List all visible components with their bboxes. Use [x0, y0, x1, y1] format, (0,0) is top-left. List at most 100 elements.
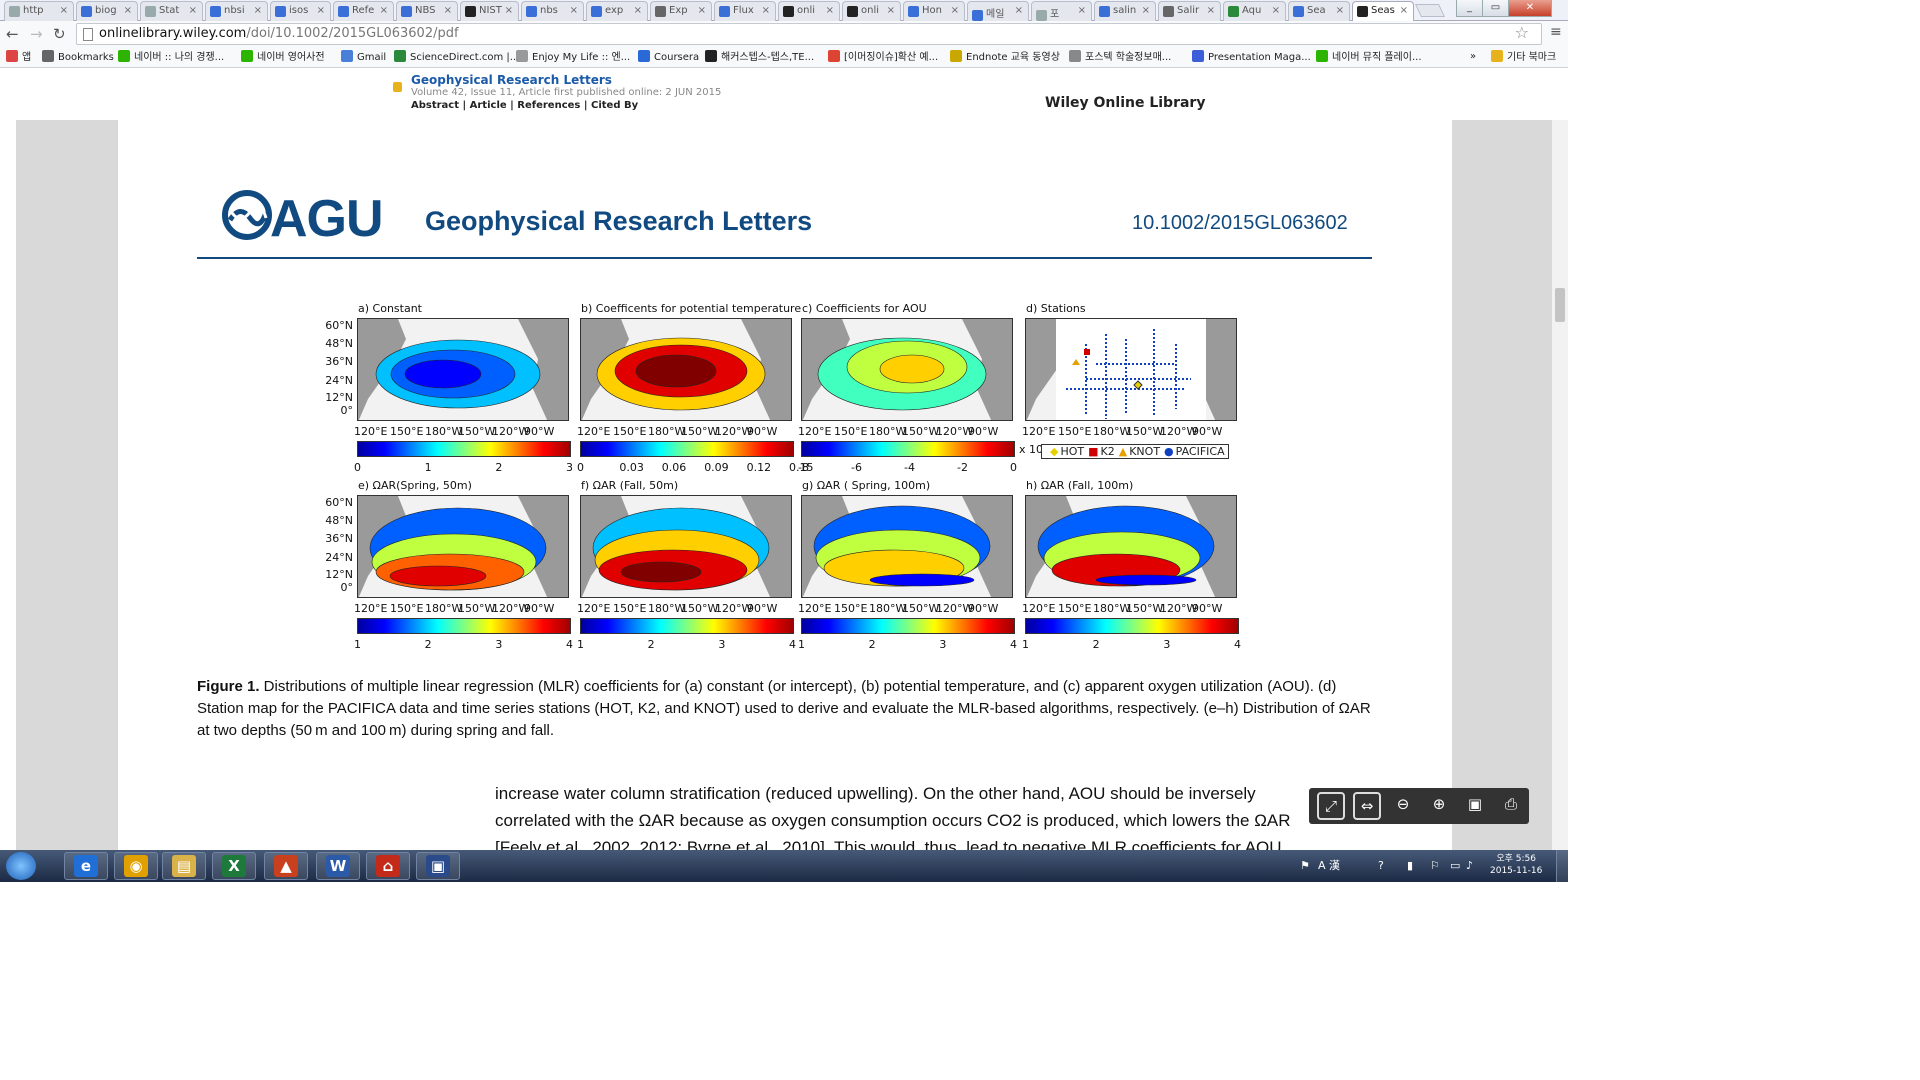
bookmark-item[interactable]: 기타 북마크: [1491, 50, 1556, 65]
bookmark-item[interactable]: Endnote 교육 동영상: [950, 50, 1060, 65]
tab-close-icon[interactable]: ×: [444, 5, 452, 16]
tab-17[interactable]: salin ×: [1094, 1, 1156, 21]
fit-width-icon[interactable]: ⇔: [1353, 792, 1381, 820]
action-center-icon[interactable]: ⚐: [1430, 859, 1440, 872]
taskbar-app[interactable]: ◉: [114, 852, 158, 880]
bookmark-item[interactable]: Bookmarks: [42, 50, 114, 65]
tab-close-icon[interactable]: ×: [254, 5, 262, 16]
tab-close-icon[interactable]: ×: [505, 5, 513, 16]
tab-16[interactable]: 포 ×: [1031, 1, 1092, 21]
tab-2[interactable]: Stat ×: [140, 1, 203, 21]
display-icon[interactable]: ▭: [1450, 859, 1460, 872]
journal-title-link[interactable]: Geophysical Research Letters: [411, 73, 612, 87]
start-button[interactable]: [6, 852, 36, 880]
tab-14[interactable]: Hon ×: [903, 1, 965, 21]
scrollbar-thumb[interactable]: [1555, 288, 1565, 322]
tab-close-icon[interactable]: ×: [1015, 5, 1023, 16]
bookmark-item[interactable]: ScienceDirect.com |...: [394, 50, 519, 65]
tab-close-icon[interactable]: ×: [1272, 5, 1280, 16]
vertical-scrollbar[interactable]: [1552, 120, 1568, 850]
tab-1[interactable]: biog ×: [76, 1, 138, 21]
taskbar-app[interactable]: ⌂: [366, 852, 410, 880]
menu-icon[interactable]: ≡: [1550, 24, 1562, 40]
zoom-in-icon[interactable]: ⊕: [1425, 792, 1453, 820]
taskbar-app[interactable]: W: [316, 852, 360, 880]
tab-5[interactable]: Refe ×: [333, 1, 394, 21]
bookmark-item[interactable]: [이머징이슈]확산 예...: [828, 50, 938, 65]
tab-4[interactable]: isos ×: [270, 1, 331, 21]
tab-15[interactable]: 메일 ×: [967, 1, 1029, 21]
minimize-button[interactable]: _: [1456, 0, 1483, 17]
tab-close-icon[interactable]: ×: [189, 5, 197, 16]
bookmark-star-icon[interactable]: ☆: [1515, 23, 1529, 43]
taskbar-app[interactable]: ▲: [264, 852, 308, 880]
tab-close-icon[interactable]: ×: [60, 5, 68, 16]
tab-10[interactable]: Exp ×: [650, 1, 712, 21]
tab-7[interactable]: NIST ×: [460, 1, 519, 21]
tab-close-icon[interactable]: ×: [951, 5, 959, 16]
zoom-out-icon[interactable]: ⊖: [1389, 792, 1417, 820]
forward-icon[interactable]: →: [30, 25, 43, 43]
tab-close-icon[interactable]: ×: [124, 5, 132, 16]
network-icon[interactable]: ▮: [1407, 859, 1413, 872]
taskbar-app[interactable]: ▣: [416, 852, 460, 880]
back-icon[interactable]: ←: [6, 25, 19, 43]
taskbar-app[interactable]: X: [212, 852, 256, 880]
taskbar-app[interactable]: ▤: [162, 852, 206, 880]
ime-indicator[interactable]: A 漢: [1318, 857, 1340, 873]
tab-close-icon[interactable]: ×: [380, 5, 388, 16]
bookmark-item[interactable]: 해커스텝스-텝스,TE...: [705, 50, 814, 65]
bookmark-item[interactable]: 네이버 뮤직 플레이...: [1316, 50, 1422, 65]
address-bar[interactable]: onlinelibrary.wiley.com/doi/10.1002/2015…: [76, 23, 1542, 45]
show-desktop-button[interactable]: [1556, 850, 1568, 882]
bookmark-item[interactable]: Coursera: [638, 50, 699, 65]
maximize-button[interactable]: ▭: [1482, 0, 1509, 17]
tab-label: nbs: [540, 5, 558, 16]
tab-12[interactable]: onli ×: [778, 1, 840, 21]
clock[interactable]: 오후 5:56 2015-11-16: [1490, 853, 1542, 877]
tray-flag-icon[interactable]: ⚑: [1300, 859, 1310, 872]
tab-3[interactable]: nbsi ×: [205, 1, 268, 21]
tab-close-icon[interactable]: ×: [762, 5, 770, 16]
tab-18[interactable]: Salir ×: [1158, 1, 1221, 21]
tab-19[interactable]: Aqu ×: [1223, 1, 1286, 21]
tab-close-icon[interactable]: ×: [826, 5, 834, 16]
close-window-button[interactable]: ✕: [1508, 0, 1552, 17]
tab-9[interactable]: exp ×: [586, 1, 648, 21]
tab-close-icon[interactable]: ×: [317, 5, 325, 16]
save-icon[interactable]: ▣: [1461, 792, 1489, 820]
volume-icon[interactable]: ♪: [1466, 859, 1473, 872]
taskbar-app[interactable]: e: [64, 852, 108, 880]
bookmark-item[interactable]: 앱: [6, 50, 31, 65]
tab-close-icon[interactable]: ×: [634, 5, 642, 16]
wiley-library-logo[interactable]: Wiley Online Library: [1045, 95, 1205, 111]
bookmark-item[interactable]: 포스텍 학술정보매...: [1069, 50, 1171, 65]
fit-page-icon[interactable]: ⤢: [1317, 792, 1345, 820]
tab-close-icon[interactable]: ×: [570, 5, 578, 16]
bookmark-item[interactable]: Presentation Maga...: [1192, 50, 1311, 65]
tab-close-icon[interactable]: ×: [1336, 5, 1344, 16]
tab-8[interactable]: nbs ×: [521, 1, 584, 21]
tab-close-icon[interactable]: ×: [1400, 5, 1408, 16]
new-tab-button[interactable]: [1414, 4, 1446, 17]
tab-6[interactable]: NBS ×: [396, 1, 458, 21]
tab-13[interactable]: onli ×: [842, 1, 901, 21]
tab-close-icon[interactable]: ×: [887, 5, 895, 16]
print-icon[interactable]: ⎙: [1497, 792, 1525, 820]
reload-icon[interactable]: ↻: [53, 25, 66, 43]
tab-close-icon[interactable]: ×: [1207, 5, 1215, 16]
bookmark-item[interactable]: »: [1470, 50, 1476, 64]
bookmark-item[interactable]: 네이버 :: 나의 경쟁...: [118, 50, 224, 65]
tab-close-icon[interactable]: ×: [1078, 5, 1086, 16]
help-icon[interactable]: ?: [1378, 859, 1384, 872]
tab-close-icon[interactable]: ×: [698, 5, 706, 16]
tab-0[interactable]: http ×: [4, 1, 74, 21]
tab-20[interactable]: Sea ×: [1288, 1, 1350, 21]
bookmark-item[interactable]: Enjoy My Life :: 엔...: [516, 50, 630, 65]
article-links[interactable]: Abstract | Article | References | Cited …: [411, 100, 638, 111]
tab-11[interactable]: Flux ×: [714, 1, 776, 21]
bookmark-item[interactable]: Gmail: [341, 50, 386, 65]
bookmark-item[interactable]: 네이버 영어사전: [241, 50, 325, 65]
tab-close-icon[interactable]: ×: [1142, 5, 1150, 16]
tab-21[interactable]: Seas ×: [1352, 1, 1414, 21]
